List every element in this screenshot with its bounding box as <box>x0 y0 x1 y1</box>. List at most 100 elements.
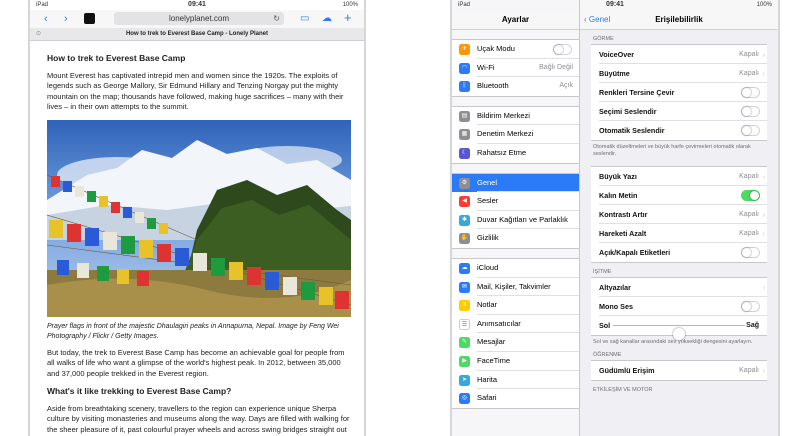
toggle-switch[interactable] <box>741 190 760 201</box>
bookmarks-icon[interactable]: ▭ <box>300 12 309 26</box>
accessibility-row[interactable]: Açık/Kapalı Etiketleri <box>591 243 767 262</box>
settings-row[interactable]: ◎ Safari <box>452 389 579 408</box>
settings-row-label: Duvar Kağıtları ve Parlaklık <box>477 214 568 224</box>
settings-row[interactable]: ✈ Uçak Modu <box>452 40 579 59</box>
accessibility-row[interactable]: Büyük Yazı Kapalı › <box>591 167 767 186</box>
settings-group: ⚙ Genel ◀ Sesler ✱ Duvar Kağıtları ve Parlakl… <box>452 172 579 249</box>
url-text: lonelyplanet.com <box>168 14 230 23</box>
chevron-right-icon: › <box>762 366 765 375</box>
forward-arrow-icon[interactable]: › <box>64 12 68 26</box>
settings-screen: iPad Ayarlar ✈ Uçak Modu ◠ Wi-Fi Bağlı Değil… <box>452 0 778 436</box>
toggle-switch[interactable] <box>741 87 760 98</box>
status-bar: iPad 09:41 100% <box>30 0 364 10</box>
detail-navbar: ‹ Genel Erişilebilirlik <box>580 10 778 30</box>
settings-row[interactable]: ✎ Mesajlar <box>452 333 579 352</box>
settings-row[interactable]: ➤ Harita <box>452 371 579 390</box>
back-label: Genel <box>588 15 611 24</box>
tab-title[interactable]: How to trek to Everest Base Camp - Lonel… <box>126 31 268 37</box>
settings-row[interactable]: ☁ iCloud <box>452 259 579 278</box>
new-tab-icon[interactable]: + <box>344 11 352 25</box>
toggle-switch[interactable] <box>741 106 760 117</box>
status-time: 09:41 <box>188 1 206 8</box>
settings-row-label: Genel <box>477 177 498 187</box>
accessibility-row[interactable]: Altyazılar › <box>591 278 767 297</box>
accessibility-row[interactable]: Renkleri Tersine Çevir <box>591 83 767 102</box>
settings-row[interactable]: ▤ Bildirim Merkezi <box>452 107 579 126</box>
settings-row[interactable]: ◠ Wi-Fi Bağlı Değil <box>452 59 579 78</box>
airplane-icon: ✈ <box>459 44 470 55</box>
section-header <box>580 158 778 166</box>
settings-row[interactable]: ⚙ Genel <box>452 173 579 193</box>
settings-row[interactable]: ✋ Gizlilik <box>452 229 579 248</box>
safari-icon: ◎ <box>459 393 470 405</box>
settings-row-label: Safari <box>477 393 497 403</box>
back-button[interactable]: ‹ Genel <box>584 10 610 29</box>
accessibility-row[interactable]: Kontrastı Artır Kapalı › <box>591 205 767 224</box>
accessibility-group: Güdümlü Erişim Kapalı › <box>591 360 767 381</box>
accessibility-list: GÖRME VoiceOver Kapalı › Büyütme Kapalı › Renkl… <box>580 30 778 395</box>
status-bar: 09:41 100% <box>580 0 778 10</box>
notes-icon: ≡ <box>459 300 470 312</box>
safari-screen: iPad 09:41 100% ‹ › ⇪ lonelyplanet.com ↻… <box>30 0 364 436</box>
reload-icon[interactable]: ↻ <box>273 12 280 25</box>
accessibility-row[interactable]: Seçimi Seslendir <box>591 102 767 121</box>
balance-slider-thumb[interactable] <box>673 328 685 340</box>
settings-row-label: Wi-Fi <box>477 62 495 72</box>
close-tab-icon[interactable]: ⊙ <box>36 28 41 40</box>
accessibility-row-label: Hareketi Azalt <box>599 229 647 238</box>
back-arrow-icon[interactable]: ‹ <box>44 12 48 26</box>
toggle-switch[interactable] <box>741 301 760 312</box>
accessibility-row[interactable]: Otomatik Seslendir <box>591 121 767 140</box>
toggle-switch[interactable] <box>741 125 760 136</box>
reminders-icon: ☰ <box>459 318 470 330</box>
balance-slider-track[interactable] <box>613 325 745 340</box>
chevron-right-icon: › <box>762 50 765 59</box>
accessibility-row-label: Güdümlü Erişim <box>599 366 655 375</box>
accessibility-row-value: Kapalı <box>739 211 759 218</box>
section-header: ÖĞRENME <box>593 352 622 358</box>
settings-row[interactable]: ▶ FaceTime <box>452 352 579 371</box>
settings-row[interactable]: ᛒ Bluetooth Açık <box>452 77 579 96</box>
accessibility-row[interactable]: Mono Ses <box>591 297 767 316</box>
cloud-icon: ☁ <box>459 262 470 274</box>
settings-master-pane: iPad Ayarlar ✈ Uçak Modu ◠ Wi-Fi Bağlı Değil… <box>452 0 580 436</box>
settings-row[interactable]: ≡ Notlar <box>452 296 579 315</box>
chevron-right-icon: › <box>762 229 765 238</box>
article-subheading: What's it like trekking to Everest Base … <box>47 386 232 396</box>
accessibility-row[interactable]: Güdümlü Erişim Kapalı › <box>591 361 767 380</box>
settings-row-label: Bildirim Merkezi <box>477 110 530 120</box>
tab-bar: ⊙ How to trek to Everest Base Camp - Lon… <box>30 28 364 41</box>
settings-row[interactable]: ◀ Sesler <box>452 192 579 211</box>
settings-row[interactable]: ☾ Rahatsız Etme <box>452 144 579 163</box>
settings-row-label: Mail, Kişiler, Takvimler <box>477 281 551 291</box>
accessibility-row-label: Büyük Yazı <box>599 172 637 181</box>
accessibility-row[interactable]: Büyütme Kapalı › <box>591 64 767 83</box>
accessibility-row-value: Kapalı <box>739 367 759 374</box>
accessibility-row[interactable]: Hareketi Azalt Kapalı › <box>591 224 767 243</box>
moon-icon: ☾ <box>459 147 470 159</box>
cloud-tabs-icon[interactable]: ☁ <box>322 12 332 26</box>
mail-icon: ✉ <box>459 281 470 293</box>
settings-row[interactable]: ✱ Duvar Kağıtları ve Parlaklık <box>452 211 579 230</box>
battery-label: 100% <box>756 2 772 8</box>
accessibility-row-value: Kapalı <box>739 51 759 58</box>
section-header: İŞİTME <box>593 269 612 275</box>
url-bar[interactable]: lonelyplanet.com ↻ <box>84 12 284 25</box>
accessibility-row[interactable]: Kalın Metin <box>591 186 767 205</box>
settings-row-label: iCloud <box>477 262 499 272</box>
master-navbar: Ayarlar <box>452 10 579 30</box>
safari-toolbar: ‹ › ⇪ lonelyplanet.com ↻ ▭ ☁ + <box>30 10 364 28</box>
settings-row[interactable]: ☰ Anımsatıcılar <box>452 315 579 334</box>
toggle-switch[interactable] <box>553 44 572 55</box>
settings-row-label: Sesler <box>477 196 499 206</box>
settings-row[interactable]: ✉ Mail, Kişiler, Takvimler <box>452 278 579 297</box>
settings-row[interactable]: ▦ Denetim Merkezi <box>452 125 579 144</box>
settings-group: ☁ iCloud ✉ Mail, Kişiler, Takvimler ≡ Notlar ☰… <box>452 257 579 409</box>
map-icon: ➤ <box>459 374 470 386</box>
wifi-icon: ◠ <box>459 62 470 74</box>
toggle-switch[interactable] <box>741 247 760 258</box>
accessibility-row[interactable]: Sol Sağ <box>591 316 767 340</box>
accessibility-row[interactable]: VoiceOver Kapalı › <box>591 45 767 64</box>
accessibility-row-value: Kapalı <box>739 173 759 180</box>
notification-icon: ▤ <box>459 110 470 122</box>
